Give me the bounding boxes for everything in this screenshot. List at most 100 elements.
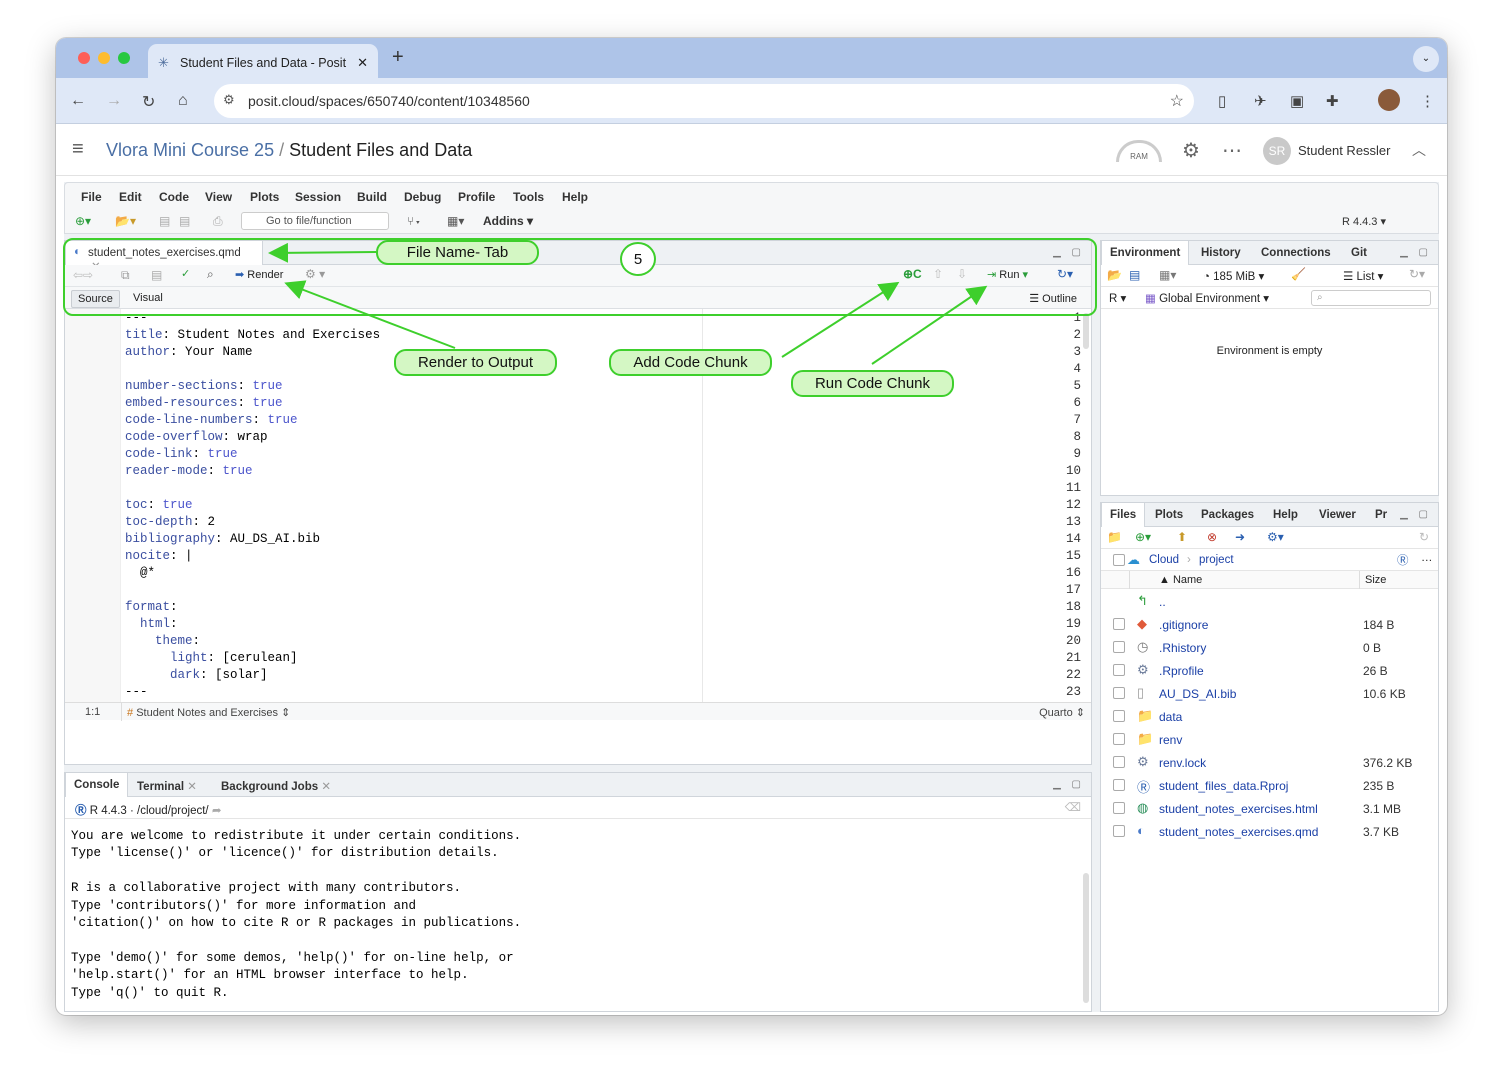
- file-checkbox[interactable]: [1113, 733, 1125, 745]
- parent-dir-link[interactable]: ..: [1159, 595, 1166, 609]
- file-checkbox[interactable]: [1113, 664, 1125, 676]
- tab-connections[interactable]: Connections: [1253, 241, 1339, 265]
- home-icon[interactable]: ⌂: [178, 92, 188, 110]
- console-scrollbar[interactable]: [1083, 873, 1089, 1003]
- load-workspace-icon[interactable]: 📂: [1107, 268, 1122, 282]
- document-extension-icon[interactable]: ▯: [1218, 92, 1226, 110]
- tab-presentation[interactable]: Pr: [1367, 503, 1395, 527]
- save-workspace-icon[interactable]: ▤: [1129, 268, 1140, 282]
- tab-history[interactable]: History: [1193, 241, 1249, 265]
- delete-icon[interactable]: ⊗: [1207, 530, 1217, 544]
- profile-avatar[interactable]: [1378, 89, 1400, 111]
- menu-edit[interactable]: Edit: [119, 190, 142, 204]
- file-name[interactable]: renv: [1159, 733, 1182, 747]
- file-checkbox[interactable]: [1113, 825, 1125, 837]
- open-file-icon[interactable]: 📂▾: [115, 214, 136, 228]
- tab-plots[interactable]: Plots: [1147, 503, 1191, 527]
- file-name[interactable]: student_files_data.Rproj: [1159, 779, 1288, 793]
- tab-viewer[interactable]: Viewer: [1311, 503, 1364, 527]
- file-row[interactable]: ⚙ .Rprofile 26 B: [1101, 660, 1438, 683]
- ram-gauge[interactable]: RAM: [1116, 140, 1162, 162]
- menu-plots[interactable]: Plots: [250, 190, 279, 204]
- refresh-files-icon[interactable]: ↻: [1419, 530, 1429, 544]
- file-row[interactable]: Ⓡstudent_files_data.Rproj 235 B: [1101, 775, 1438, 798]
- file-row[interactable]: ◆ .gitignore 184 B: [1101, 614, 1438, 637]
- file-checkbox[interactable]: [1113, 618, 1125, 630]
- file-checkbox[interactable]: [1113, 641, 1125, 653]
- file-checkbox[interactable]: [1113, 779, 1125, 791]
- version-control-icon[interactable]: ⑂▾: [407, 214, 421, 228]
- glasses-extension-icon[interactable]: ▣: [1290, 92, 1304, 110]
- file-checkbox[interactable]: [1113, 687, 1125, 699]
- console-minmax-icon[interactable]: ▁ ▢: [1053, 779, 1085, 790]
- name-column-header[interactable]: ▲ Name: [1159, 574, 1202, 586]
- browser-menu-icon[interactable]: ⋮: [1420, 92, 1435, 110]
- file-row[interactable]: 📁 data: [1101, 706, 1438, 729]
- save-all-icon[interactable]: ▤: [179, 214, 190, 228]
- user-avatar[interactable]: SR: [1263, 137, 1291, 165]
- maximize-window-icon[interactable]: [118, 52, 130, 64]
- more-options-icon[interactable]: ⋯: [1222, 138, 1242, 163]
- space-link[interactable]: Vlora Mini Course 25: [106, 140, 274, 160]
- r-version-menu[interactable]: R 4.4.3 ▾: [1342, 215, 1386, 228]
- editor-scrollbar[interactable]: [1083, 313, 1089, 349]
- file-name[interactable]: .Rprofile: [1159, 664, 1204, 678]
- file-row[interactable]: ◷ .Rhistory 0 B: [1101, 637, 1438, 660]
- console-path[interactable]: /cloud/project/: [137, 805, 209, 817]
- tab-background-jobs[interactable]: Background Jobs ✕: [213, 773, 339, 797]
- minimize-window-icon[interactable]: [98, 52, 110, 64]
- file-type-menu[interactable]: Quarto ⇕: [1039, 706, 1085, 719]
- menu-debug[interactable]: Debug: [404, 190, 441, 204]
- reload-icon[interactable]: ↻: [142, 92, 155, 112]
- file-row[interactable]: ▯ AU_DS_AI.bib 10.6 KB: [1101, 683, 1438, 706]
- file-row[interactable]: ◍ student_notes_exercises.html 3.1 MB: [1101, 798, 1438, 821]
- menu-session[interactable]: Session: [295, 190, 341, 204]
- collapse-header-icon[interactable]: ︿: [1412, 140, 1426, 160]
- close-window-icon[interactable]: [78, 52, 90, 64]
- close-tab-icon[interactable]: ✕: [357, 55, 368, 71]
- back-icon[interactable]: ←: [70, 92, 86, 110]
- tab-terminal[interactable]: Terminal ✕: [129, 773, 205, 797]
- clear-objects-broom-icon[interactable]: 🧹: [1291, 267, 1306, 281]
- save-icon[interactable]: ▤: [159, 214, 170, 228]
- view-mode-menu[interactable]: ☰ List ▾: [1343, 269, 1383, 283]
- menu-code[interactable]: Code: [159, 190, 189, 204]
- more-path-icon[interactable]: …: [1421, 552, 1433, 564]
- tab-packages[interactable]: Packages: [1193, 503, 1262, 527]
- url-input[interactable]: ⚙ posit.cloud/spaces/650740/content/1034…: [214, 84, 1194, 118]
- new-blank-file-icon[interactable]: ⊕▾: [1135, 530, 1151, 544]
- language-menu[interactable]: R ▾: [1109, 291, 1126, 305]
- section-navigator[interactable]: # Student Notes and Exercises ⇕: [127, 706, 290, 719]
- new-tab-icon[interactable]: +: [392, 46, 404, 69]
- new-folder-icon[interactable]: 📁: [1107, 530, 1122, 544]
- pane-layout-icon[interactable]: ▦▾: [447, 214, 464, 228]
- file-row[interactable]: 📁 renv: [1101, 729, 1438, 752]
- user-name[interactable]: Student Ressler: [1298, 143, 1391, 158]
- file-name[interactable]: AU_DS_AI.bib: [1159, 687, 1236, 701]
- site-info-icon[interactable]: ⚙: [223, 92, 235, 108]
- env-search-input[interactable]: ⌕: [1311, 290, 1431, 306]
- file-row[interactable]: ⚙ renv.lock 376.2 KB: [1101, 752, 1438, 775]
- path-project[interactable]: project: [1199, 554, 1234, 566]
- code-editor[interactable]: 1 --- 2 title: Student Notes and Exercises 3…: [65, 309, 1093, 702]
- file-checkbox[interactable]: [1113, 710, 1125, 722]
- file-name[interactable]: .Rhistory: [1159, 641, 1206, 655]
- import-dataset-icon[interactable]: ▦▾: [1159, 268, 1176, 282]
- memory-usage[interactable]: ◔ 185 MiB ▾: [1203, 269, 1264, 283]
- extensions-puzzle-icon[interactable]: ✚: [1326, 92, 1339, 110]
- menu-build[interactable]: Build: [357, 190, 387, 204]
- files-more-gear-icon[interactable]: ⚙▾: [1267, 530, 1284, 544]
- menu-tools[interactable]: Tools: [513, 190, 544, 204]
- select-all-checkbox[interactable]: [1113, 554, 1125, 566]
- close-jobs-icon[interactable]: ✕: [321, 781, 331, 793]
- file-name[interactable]: student_notes_exercises.qmd: [1159, 825, 1318, 839]
- clear-console-icon[interactable]: ⌫: [1065, 800, 1081, 814]
- tab-console[interactable]: Console: [65, 773, 129, 797]
- tab-git[interactable]: Git: [1343, 241, 1375, 265]
- file-row[interactable]: ◐ student_notes_exercises.qmd 3.7 KB: [1101, 821, 1438, 844]
- satellite-extension-icon[interactable]: ✈: [1254, 92, 1267, 110]
- tab-files[interactable]: Files: [1101, 503, 1146, 527]
- new-file-icon[interactable]: ⊕▾: [75, 214, 91, 228]
- close-terminal-icon[interactable]: ✕: [187, 781, 197, 793]
- size-column-header[interactable]: Size: [1365, 574, 1386, 586]
